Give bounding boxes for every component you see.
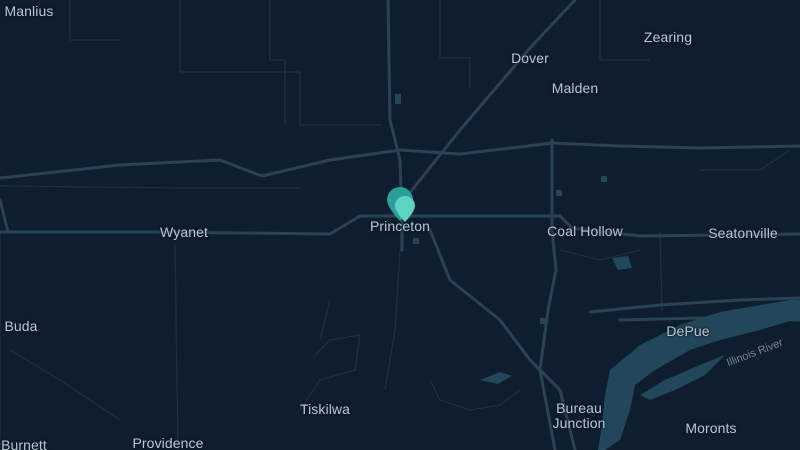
- place-label-dover[interactable]: Dover: [511, 51, 549, 65]
- place-label-buda[interactable]: Buda: [4, 319, 37, 333]
- map-pin-icon[interactable]: [394, 195, 416, 223]
- place-label-line: Bureau: [556, 400, 602, 416]
- place-label-moronts[interactable]: Moronts: [685, 421, 736, 435]
- place-label-depue[interactable]: DePue: [666, 324, 709, 338]
- place-label-coal-hollow[interactable]: Coal Hollow: [547, 224, 623, 238]
- map-canvas[interactable]: Manlius Dover Zearing Malden Wyanet Prin…: [0, 0, 800, 450]
- place-label-burnett[interactable]: Burnett: [1, 438, 47, 450]
- place-label-zearing[interactable]: Zearing: [644, 30, 692, 44]
- place-label-providence[interactable]: Providence: [132, 436, 203, 450]
- place-label-line: Junction: [552, 415, 606, 431]
- place-label-tiskilwa[interactable]: Tiskilwa: [300, 402, 350, 416]
- place-label-manlius[interactable]: Manlius: [5, 4, 54, 18]
- place-label-bureau-junction[interactable]: Bureau Junction: [553, 401, 606, 431]
- place-label-wyanet[interactable]: Wyanet: [160, 225, 208, 239]
- place-label-malden[interactable]: Malden: [552, 81, 599, 95]
- place-label-seatonville[interactable]: Seatonville: [708, 226, 778, 240]
